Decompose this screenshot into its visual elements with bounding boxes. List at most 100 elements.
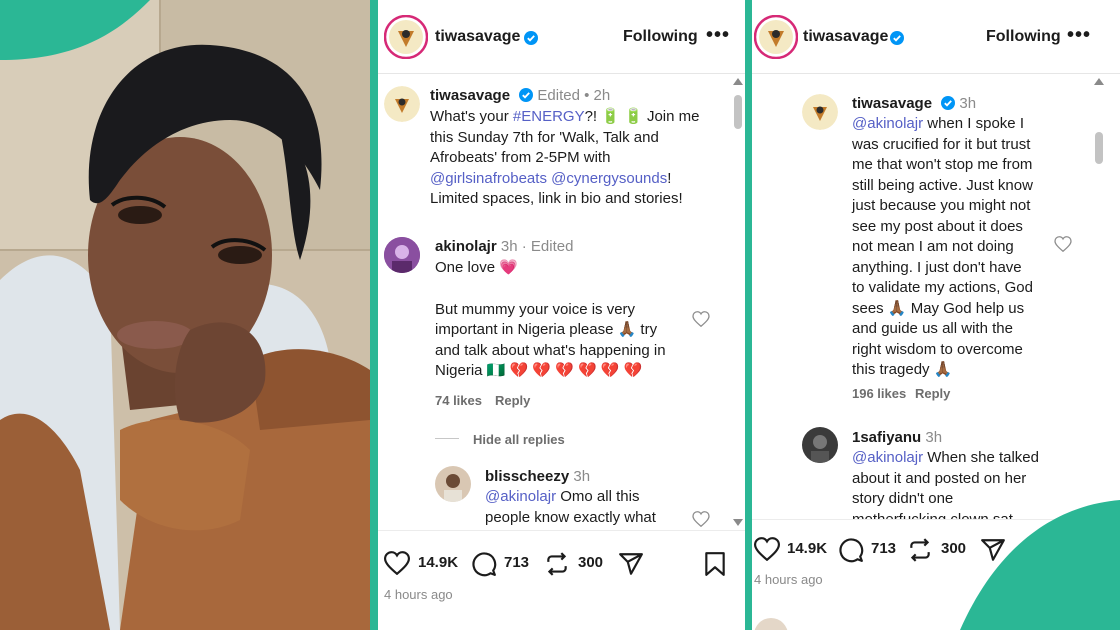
scroll-thumb[interactable] [1095,132,1103,164]
profile-avatar[interactable] [383,14,429,60]
likes-total[interactable]: 14.9K [787,540,827,557]
caption-edited: Edited • [537,87,590,104]
reply-avatar[interactable] [802,427,838,463]
comment-like-icon[interactable] [692,311,710,332]
reply-text: @akinolajr Omo all this people know exac… [485,487,705,528]
reply-line: this tragedy 🙏🏾 [852,361,953,378]
share-icon[interactable] [618,551,644,582]
reposts-total[interactable]: 300 [578,554,603,571]
reply-text: @akinolajr when I spoke I was crucified … [852,114,1062,381]
reply-meta: 3h [573,468,591,485]
reply-line: When she talked [923,449,1039,466]
scrollbar[interactable] [733,78,743,526]
post-time: 4 hours ago [384,587,453,602]
commenter-avatar[interactable] [384,237,420,273]
next-avatar [754,618,788,630]
profile-photo [0,0,370,630]
caption-avatar[interactable] [384,86,420,122]
reply-like-icon[interactable] [1054,236,1072,257]
caption-line: ?! 🔋 🔋 Join me [584,108,700,125]
comment-header: akinolajr 3h · Edited [435,237,573,258]
reply-button[interactable]: Reply [495,393,530,408]
reply-avatar[interactable] [435,466,471,502]
reply-likes: 196 likes [852,386,906,401]
reply-button[interactable]: Reply [915,386,950,401]
header-username[interactable]: tiwasavage [803,28,888,46]
reply-username[interactable]: 1safiyanu [852,429,921,446]
comment-line: But mummy your voice is very [435,300,636,318]
caption-line: ! [667,169,672,187]
more-options-icon[interactable]: ••• [706,24,730,47]
caption-header: tiwasavage Edited • 2h [430,86,610,109]
mention-link[interactable]: @akinolajr [852,115,923,132]
likes-count[interactable]: 196 likes [852,386,906,401]
following-button[interactable]: Following [623,28,698,46]
comments-total[interactable]: 713 [504,554,529,571]
reply-meta: 3h [925,429,943,446]
hide-replies-button[interactable]: Hide all replies [473,432,565,447]
verified-icon [890,31,904,50]
verified-icon [524,31,538,50]
reply-line: me that won't stop me from [852,156,1033,173]
post-time: 4 hours ago [754,572,823,587]
caption-username[interactable]: tiwasavage [430,87,510,104]
hashtag-link[interactable]: #ENERGY [513,108,585,125]
reply-like-icon[interactable] [692,511,710,532]
comment-line: One love 💗 [435,259,518,276]
reply-header: blisscheezy 3h [485,467,590,488]
profile-avatar[interactable] [753,14,799,60]
reply-avatar[interactable] [802,94,838,130]
post-panel-left: tiwasavage Following ••• tiwasavage Edit… [378,0,745,630]
comment-meta: 3h · Edited [500,238,574,255]
reply-line: still being active. Just know [852,176,1033,194]
reply-line: right wisdom to overcome [852,340,1023,358]
mention-link[interactable]: @cynergysounds [551,170,667,187]
caption-text: What's your #ENERGY?! 🔋 🔋 Join me this S… [430,107,730,210]
reply-line: and guide us all with the [852,320,1013,337]
reply-line: when I spoke I [923,115,1024,132]
comment-likes: 74 likes [435,393,482,408]
like-icon[interactable] [383,551,411,580]
reply-header: 1safiyanu 3h [852,428,942,449]
comment-line: Nigeria 🇳🇬 💔 💔 💔 💔 💔 💔 [435,362,643,379]
comment-username[interactable]: akinolajr [435,238,497,255]
mention-link[interactable]: @akinolajr [852,449,923,466]
scrollbar[interactable] [1094,78,1104,514]
post-panel-right: tiwasavage Following ••• tiwasavage 3h @… [752,0,1120,630]
corner-decoration [960,500,1120,630]
reply-line: just because you might not [852,197,1031,214]
scroll-up-arrow[interactable] [733,78,743,85]
portrait-image [0,0,370,630]
following-button[interactable]: Following [986,28,1061,46]
reply-line: was crucified for it but trust [852,135,1031,153]
reply-line: see my post about it does [852,217,1023,235]
mention-link[interactable]: @akinolajr [485,488,556,505]
repost-icon[interactable] [544,551,570,582]
reply-line: sees 🙏🏾 May God help us [852,299,1025,317]
reply-username[interactable]: blisscheezy [485,468,569,485]
caption-line: this Sunday 7th for 'Walk, Talk and [430,128,659,146]
likes-total[interactable]: 14.9K [418,554,458,571]
verified-icon [519,88,534,109]
caption-line: Afrobeats' from 2-5PM with [430,149,611,166]
reply-username[interactable]: tiwasavage [852,95,932,112]
header-username[interactable]: tiwasavage [435,28,520,46]
mention-link[interactable]: @girlsinafrobeats [430,170,547,187]
scroll-down-arrow[interactable] [733,519,743,526]
post-header: tiwasavage Following ••• [752,0,1120,74]
repost-icon[interactable] [907,537,933,568]
scroll-thumb[interactable] [734,95,742,129]
scroll-up-arrow[interactable] [1094,78,1104,85]
reply-line: to validate my actions, God [852,279,1033,296]
save-icon[interactable] [704,551,726,582]
post-actions: 14.9K 713 300 4 hours ago [378,530,745,630]
comments-total[interactable]: 713 [871,540,896,557]
caption-line: What's your [430,108,513,125]
more-options-icon[interactable]: ••• [1067,24,1091,47]
comment-icon[interactable] [471,551,497,582]
comment-icon[interactable] [838,537,864,568]
reply-line: about it and posted on her [852,469,1027,487]
likes-count[interactable]: 74 likes [435,393,482,408]
comment-line: important in Nigeria please 🙏🏾 try [435,321,658,338]
like-icon[interactable] [753,537,781,566]
